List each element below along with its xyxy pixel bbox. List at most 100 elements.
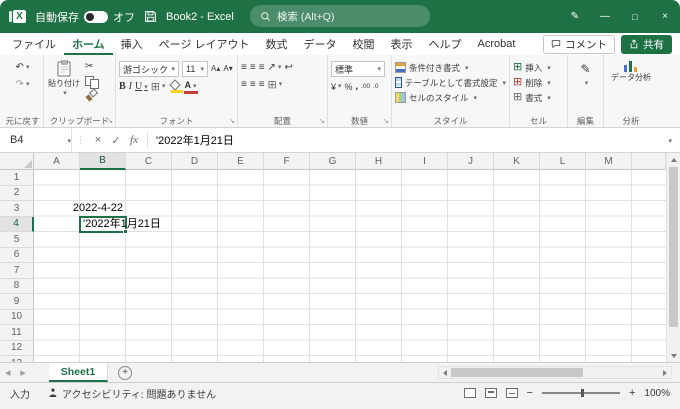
cell-B3[interactable]: 2022-4-22 bbox=[73, 201, 123, 217]
wrap-text-button[interactable]: ↩ bbox=[284, 61, 292, 75]
align-center-button[interactable]: ≡ bbox=[250, 78, 256, 92]
formula-bar-drag-handle[interactable]: ⋮ bbox=[72, 135, 89, 146]
align-right-button[interactable]: ≡ bbox=[259, 78, 265, 92]
align-bottom-button[interactable]: ≡ bbox=[259, 61, 265, 75]
page-layout-view-icon[interactable] bbox=[484, 388, 497, 398]
editing-menu-button[interactable] bbox=[583, 77, 589, 91]
scroll-down-icon[interactable] bbox=[667, 349, 680, 362]
row-header-12[interactable]: 12 bbox=[0, 340, 34, 356]
row-header-7[interactable]: 7 bbox=[0, 263, 34, 279]
column-header-G[interactable]: G bbox=[310, 153, 356, 170]
excel-logo-icon[interactable]: X bbox=[9, 8, 26, 25]
horizontal-scrollbar[interactable] bbox=[438, 366, 672, 379]
normal-view-icon[interactable] bbox=[463, 388, 476, 398]
clipboard-dialog-launcher-icon[interactable]: ↘ bbox=[107, 118, 113, 125]
copy-button[interactable] bbox=[85, 76, 99, 89]
column-header-B[interactable]: B bbox=[80, 153, 126, 170]
zoom-level[interactable]: 100% bbox=[644, 388, 670, 399]
conditional-formatting-button[interactable]: 条件付き書式 bbox=[395, 60, 506, 75]
tab-view[interactable]: 表示 bbox=[383, 33, 421, 55]
formula-input[interactable]: '2022年1月21日 bbox=[152, 132, 234, 148]
share-button[interactable]: 共有 bbox=[621, 34, 672, 54]
pen-icon[interactable]: ✎ bbox=[560, 0, 590, 33]
scroll-right-icon[interactable] bbox=[659, 366, 671, 379]
grid-area[interactable]: 2022-4-22'2022年1月21日 ABCDEFGHIJKLM 12345… bbox=[0, 153, 666, 362]
column-header-I[interactable]: I bbox=[402, 153, 448, 170]
tab-page-layout[interactable]: ページ レイアウト bbox=[151, 33, 258, 55]
number-dialog-launcher-icon[interactable]: ↘ bbox=[383, 118, 389, 125]
horizontal-scroll-thumb[interactable] bbox=[451, 368, 583, 377]
font-dialog-launcher-icon[interactable]: ↘ bbox=[229, 118, 235, 125]
tab-data[interactable]: データ bbox=[296, 33, 345, 55]
column-header-E[interactable]: E bbox=[218, 153, 264, 170]
orientation-button[interactable]: ↗ bbox=[268, 61, 282, 75]
row-header-1[interactable]: 1 bbox=[0, 170, 34, 186]
align-middle-button[interactable]: ≡ bbox=[250, 61, 256, 75]
page-break-view-icon[interactable] bbox=[505, 388, 518, 398]
vertical-scrollbar[interactable] bbox=[666, 153, 680, 362]
minimize-button[interactable]: — bbox=[590, 0, 620, 33]
comments-button[interactable]: コメント bbox=[543, 34, 615, 54]
row-header-11[interactable]: 11 bbox=[0, 325, 34, 341]
tab-formulas[interactable]: 数式 bbox=[258, 33, 296, 55]
italic-button[interactable]: I bbox=[129, 80, 132, 94]
prev-sheet-icon[interactable]: ◀ bbox=[0, 363, 15, 382]
sheet-tab-sheet1[interactable]: Sheet1 bbox=[48, 363, 109, 382]
cell-B4[interactable]: '2022年1月21日 bbox=[83, 217, 161, 233]
row-header-2[interactable]: 2 bbox=[0, 185, 34, 201]
column-header-L[interactable]: L bbox=[540, 153, 586, 170]
increase-decimal-button[interactable]: .00 bbox=[361, 83, 370, 91]
row-header-13[interactable]: 13 bbox=[0, 356, 34, 362]
zoom-out-button[interactable]: − bbox=[527, 387, 533, 399]
scroll-up-icon[interactable] bbox=[667, 153, 680, 166]
tab-acrobat[interactable]: Acrobat bbox=[470, 33, 524, 55]
currency-format-button[interactable]: ¥ bbox=[331, 80, 342, 94]
comma-format-button[interactable]: , bbox=[356, 80, 359, 94]
name-box[interactable]: B4 bbox=[0, 128, 72, 152]
cell-styles-button[interactable]: セルのスタイル bbox=[395, 90, 506, 105]
select-all-corner[interactable] bbox=[0, 153, 34, 170]
column-header-A[interactable]: A bbox=[34, 153, 80, 170]
redo-button[interactable]: ↷ bbox=[16, 78, 30, 92]
row-header-6[interactable]: 6 bbox=[0, 247, 34, 263]
row-header-4[interactable]: 4 bbox=[0, 216, 34, 232]
row-header-3[interactable]: 3 bbox=[0, 201, 34, 217]
data-analysis-label[interactable]: データ分析 bbox=[611, 73, 651, 82]
grow-font-button[interactable]: A▴ bbox=[211, 62, 220, 76]
tab-home[interactable]: ホーム bbox=[64, 33, 113, 55]
save-icon[interactable] bbox=[144, 10, 157, 23]
column-header-H[interactable]: H bbox=[356, 153, 402, 170]
bold-button[interactable]: B bbox=[119, 80, 126, 94]
row-header-5[interactable]: 5 bbox=[0, 232, 34, 248]
row-header-8[interactable]: 8 bbox=[0, 278, 34, 294]
insert-function-button[interactable]: fx bbox=[125, 134, 143, 146]
paste-button[interactable]: 貼り付け bbox=[47, 60, 81, 114]
undo-button[interactable]: ↶ bbox=[16, 61, 30, 75]
shrink-font-button[interactable]: A▾ bbox=[223, 62, 232, 76]
fill-color-button[interactable] bbox=[169, 81, 183, 93]
align-left-button[interactable]: ≡ bbox=[241, 78, 247, 92]
cancel-button[interactable]: × bbox=[89, 134, 107, 146]
insert-cells-button[interactable]: ⊞ 挿入 bbox=[513, 60, 564, 75]
number-format-select[interactable]: 標準 bbox=[331, 61, 385, 77]
align-top-button[interactable]: ≡ bbox=[241, 61, 247, 75]
row-header-9[interactable]: 9 bbox=[0, 294, 34, 310]
format-as-table-button[interactable]: テーブルとして書式設定 bbox=[395, 75, 506, 90]
vertical-scroll-track[interactable] bbox=[667, 166, 680, 349]
maximize-button[interactable]: □ bbox=[620, 0, 650, 33]
column-header-D[interactable]: D bbox=[172, 153, 218, 170]
tab-insert[interactable]: 挿入 bbox=[113, 33, 151, 55]
tab-help[interactable]: ヘルプ bbox=[421, 33, 470, 55]
merge-center-button[interactable]: ⊞ bbox=[268, 78, 283, 92]
accessibility-status[interactable]: アクセシビリティ: 問題ありません bbox=[48, 386, 216, 401]
alignment-dialog-launcher-icon[interactable]: ↘ bbox=[319, 118, 325, 125]
enter-button[interactable]: ✓ bbox=[107, 134, 125, 147]
next-sheet-icon[interactable]: ▶ bbox=[15, 363, 30, 382]
font-size-select[interactable]: 11 bbox=[182, 61, 208, 77]
vertical-scroll-thumb[interactable] bbox=[669, 167, 678, 327]
close-button[interactable]: × bbox=[650, 0, 680, 33]
scroll-left-icon[interactable] bbox=[439, 366, 451, 379]
borders-button[interactable]: ⊞ bbox=[151, 80, 166, 94]
font-color-button[interactable]: A bbox=[183, 80, 198, 94]
column-header-M[interactable]: M bbox=[586, 153, 632, 170]
